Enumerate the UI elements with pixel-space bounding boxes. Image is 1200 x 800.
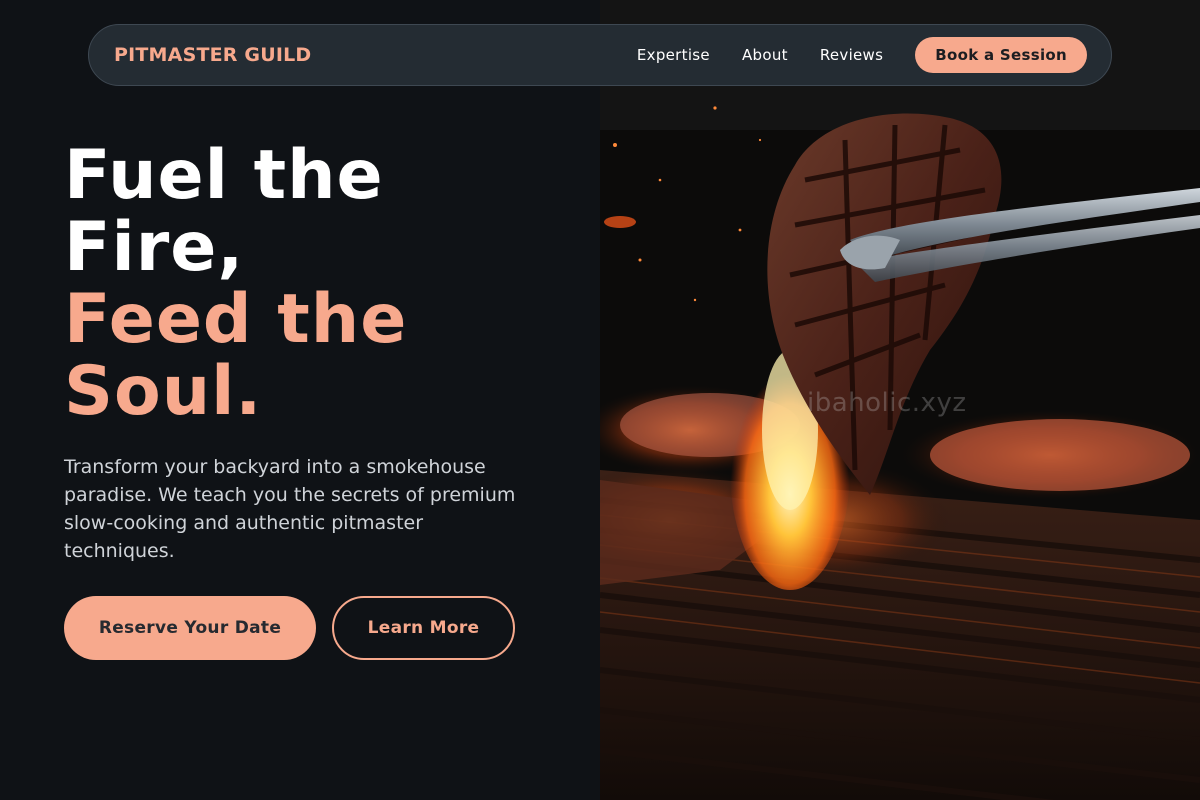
headline-line-3: Feed the [64,280,408,359]
navbar: PITMASTER GUILD Expertise About Reviews … [88,24,1112,86]
nav-links: Expertise About Reviews Book a Session [637,37,1087,73]
learn-more-button[interactable]: Learn More [332,596,515,660]
hero-image: ibaholic.xyz [600,0,1200,800]
headline-line-1: Fuel the [64,136,384,215]
hero-subtext: Transform your backyard into a smokehous… [64,456,516,562]
brand-logo[interactable]: PITMASTER GUILD [114,44,311,66]
headline-line-4: Soul. [64,352,263,431]
nav-link-expertise[interactable]: Expertise [637,46,710,64]
nav-link-about[interactable]: About [742,46,788,64]
headline-line-2: Fire, [64,208,245,287]
reserve-date-button[interactable]: Reserve Your Date [64,596,316,660]
book-session-button[interactable]: Book a Session [915,37,1087,73]
hero-headline: Fuel the Fire, Feed the Soul. [64,140,584,428]
image-watermark: ibaholic.xyz [807,388,967,418]
nav-link-reviews[interactable]: Reviews [820,46,883,64]
